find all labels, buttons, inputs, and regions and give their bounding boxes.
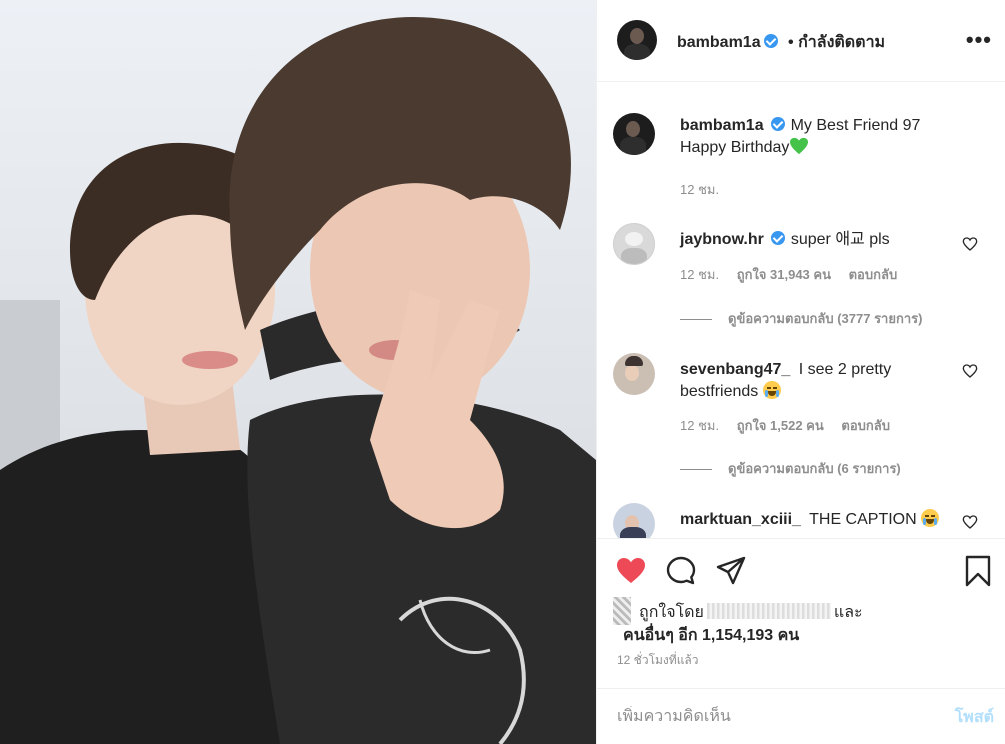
comment-time[interactable]: 12 ชม. [680, 267, 719, 282]
follow-separator: • [788, 34, 794, 51]
add-comment-bar: โพสต์ [597, 688, 1005, 744]
comment-body: THE CAPTION [809, 511, 917, 528]
post-image [0, 0, 596, 744]
avatar-hair [625, 356, 643, 366]
comment-text: sevenbang47_ I see 2 pretty bestfriends [680, 359, 958, 403]
post-header: bambam1a • กำลังติดตาม ••• [597, 0, 1005, 82]
author-username[interactable]: bambam1a [677, 34, 761, 51]
avatar-body [620, 137, 646, 155]
crying-face-icon [921, 509, 940, 527]
commenter-avatar[interactable] [613, 223, 655, 265]
header-info: bambam1a • กำลังติดตาม [677, 30, 885, 55]
crying-face-icon [762, 381, 781, 399]
post-comment-button[interactable]: โพสต์ [955, 705, 994, 730]
caption-username[interactable]: bambam1a [680, 117, 764, 134]
comment-meta: 12 ชม. ถูกใจ 1,522 คน ตอบกลับ [680, 415, 904, 436]
avatar-face [625, 365, 639, 381]
liked-by-prefix: ถูกใจโดย [639, 604, 704, 621]
avatar-body [624, 44, 650, 60]
commenter-avatar[interactable] [613, 503, 655, 538]
like-comment-heart-icon[interactable] [962, 236, 978, 252]
caption: bambam1a My Best Friend 97 Happy Birthday… [613, 113, 990, 203]
commenter-avatar[interactable] [613, 353, 655, 395]
post-details-panel: bambam1a • กำลังติดตาม ••• bambam1a My Be… [596, 0, 1005, 744]
post-actions: ถูกใจโดย และ คนอื่นๆ อีก 1,154,193 คน 12 … [597, 538, 1005, 688]
like-comment-heart-icon[interactable] [962, 363, 978, 379]
share-send-icon[interactable] [715, 555, 747, 587]
avatar-face [626, 121, 640, 137]
caption-text: bambam1a My Best Friend 97 Happy Birthday [680, 115, 990, 159]
comment-body-line-1: I see 2 pretty [798, 361, 892, 378]
green-heart-icon [790, 137, 809, 155]
verified-badge-icon [770, 117, 785, 131]
post-timestamp[interactable]: 12 ชั่วโมงที่แล้ว [617, 651, 699, 670]
view-replies-text: ดูข้อความตอบกลับ (3777 รายการ) [728, 311, 923, 326]
comment-username[interactable]: sevenbang47_ [680, 361, 790, 378]
caption-line-1: My Best Friend 97 [790, 117, 921, 134]
like-heart-icon[interactable] [615, 555, 647, 587]
save-bookmark-icon[interactable] [962, 555, 994, 587]
replies-divider [680, 319, 712, 321]
caption-line-2: Happy Birthday [680, 139, 790, 156]
liked-by-and: และ [833, 604, 863, 621]
view-replies-link[interactable]: ดูข้อความตอบกลับ (3777 รายการ) [680, 308, 922, 329]
liker-name-blurred[interactable] [706, 603, 831, 619]
likes-summary: ถูกใจโดย และ คนอื่นๆ อีก 1,154,193 คน [613, 597, 863, 647]
verified-badge-icon [763, 34, 778, 48]
liker-avatar-blurred[interactable] [613, 597, 631, 625]
caption-time[interactable]: 12 ชม. [680, 182, 719, 197]
view-replies-text: ดูข้อความตอบกลับ (6 รายการ) [728, 461, 901, 476]
comment-text: marktuan_xciii_ THE CAPTION [680, 509, 958, 531]
comment-item: marktuan_xciii_ THE CAPTION [613, 503, 990, 538]
comment-username[interactable]: jaybnow.hr [680, 231, 764, 248]
comment-likes[interactable]: ถูกใจ 1,522 คน [737, 418, 824, 433]
avatar-body [621, 248, 647, 264]
avatar-face [625, 232, 643, 246]
more-options-icon[interactable]: ••• [966, 29, 992, 51]
comment-body-line-2: bestfriends [680, 383, 759, 400]
comment-body: super 애교 pls [790, 231, 890, 248]
like-comment-heart-icon[interactable] [962, 514, 978, 530]
others-likes-link[interactable]: คนอื่นๆ อีก 1,154,193 คน [623, 627, 799, 644]
comments-list[interactable]: bambam1a My Best Friend 97 Happy Birthday… [597, 83, 1005, 538]
comment-item: sevenbang47_ I see 2 pretty bestfriends … [613, 353, 990, 483]
comment-likes[interactable]: ถูกใจ 31,943 คน [737, 267, 831, 282]
comment-input[interactable] [617, 706, 927, 728]
comment-bubble-icon[interactable] [665, 555, 697, 587]
view-replies-link[interactable]: ดูข้อความตอบกลับ (6 รายการ) [680, 458, 901, 479]
replies-divider [680, 469, 712, 471]
avatar-face [630, 28, 644, 44]
comment-time[interactable]: 12 ชม. [680, 418, 719, 433]
author-avatar[interactable] [617, 20, 657, 60]
reply-button[interactable]: ตอบกลับ [849, 267, 898, 282]
post-photo[interactable] [0, 0, 596, 744]
comment-meta: 12 ชม. ถูกใจ 31,943 คน ตอบกลับ [680, 264, 911, 285]
comment-item: jaybnow.hr super 애교 pls 12 ชม. ถูกใจ 31,9… [613, 223, 990, 333]
caption-author-avatar[interactable] [613, 113, 655, 155]
following-button[interactable]: กำลังติดตาม [798, 34, 885, 51]
comment-username[interactable]: marktuan_xciii_ [680, 511, 801, 528]
reply-button[interactable]: ตอบกลับ [841, 418, 890, 433]
avatar-body [620, 527, 646, 538]
caption-meta: 12 ชม. [680, 179, 733, 200]
verified-badge-icon [770, 231, 785, 245]
comment-text: jaybnow.hr super 애교 pls [680, 229, 958, 251]
